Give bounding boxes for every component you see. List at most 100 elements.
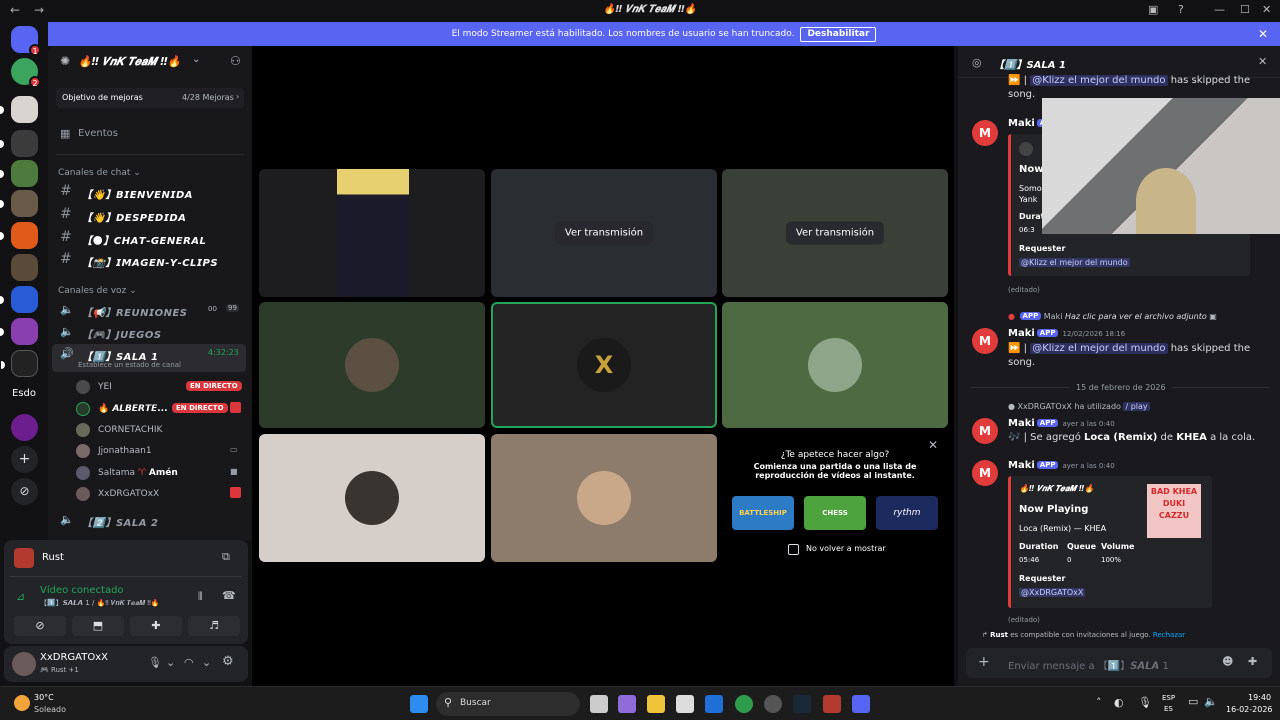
clock-date[interactable]: 16-02-2026 [1226,705,1273,714]
invite-people-icon[interactable]: ⚇ [230,54,241,68]
direct-message-avatar[interactable]: 2 [11,58,41,88]
server-icon[interactable] [0,190,38,217]
server-icon[interactable] [11,254,38,281]
network-icon[interactable]: ▭ [1188,695,1198,708]
copilot-icon[interactable] [618,695,636,713]
add-attachment-icon[interactable]: + [978,654,990,670]
watch-stream-button[interactable]: Ver transmisión [554,221,654,245]
user-avatar[interactable] [12,652,36,676]
camera-off-button[interactable]: ⊘ [14,616,66,636]
disconnect-icon[interactable]: ☎ [222,589,236,602]
noise-suppression-icon[interactable]: ⫴ [198,590,203,604]
voice-user[interactable]: CORNETACHIK [76,421,246,439]
voice-user[interactable]: Saltama ♈ Amén ■ [76,464,246,482]
dont-show-checkbox[interactable] [788,544,799,555]
user-mention[interactable]: @Klizz el mejor del mundo [1030,75,1168,86]
user-tile-speaking[interactable]: X [491,302,717,428]
chat-category[interactable]: Canales de chat ⌄ [58,168,141,178]
tray-app-icon[interactable]: ◐ [1114,696,1124,709]
server-icon[interactable] [0,222,38,249]
user-name[interactable]: XxDRGATOxX [40,652,108,663]
voice-category[interactable]: Canales de voz ⌄ [58,286,137,296]
maximize-button[interactable]: ☐ [1240,3,1250,16]
stream-tile[interactable]: Ver transmisión [722,169,948,297]
disable-streamer-button[interactable]: Deshabilitar [800,27,877,42]
settings-gear-icon[interactable]: ⚙ [222,654,234,669]
user-tile[interactable] [722,302,948,428]
steam-icon[interactable] [793,695,811,713]
apps-icon[interactable]: ✚ [1248,655,1257,668]
bot-avatar[interactable]: M [972,328,998,354]
calendar-app-icon[interactable] [676,695,694,713]
video-tile[interactable] [259,169,485,297]
discord-home-icon[interactable]: 1 [11,26,41,56]
channel-imagen-y-clips[interactable]: # 【📸】𝙄𝙈𝘼𝙂𝙀𝙉-𝙔-𝘾𝙇𝙄𝙋𝙎 [52,250,246,270]
clock-time[interactable]: 19:40 [1248,693,1271,702]
user-tile[interactable] [491,434,717,562]
channel-bienvenida[interactable]: # 【👋】𝘽𝙄𝙀𝙉𝙑𝙀𝙉𝙄𝘿𝘼 [52,182,246,202]
server-icon[interactable] [0,318,38,345]
embed-requester[interactable]: @XxDRGATOxX [1019,588,1086,597]
app-icon[interactable] [764,695,782,713]
server-icon[interactable] [0,130,38,157]
reply-preview[interactable]: ● APP Maki Haz clic para ver el archivo … [1008,312,1217,321]
help-icon[interactable]: ? [1178,3,1184,16]
bot-avatar[interactable]: M [972,460,998,486]
voice-user[interactable]: Jjonathaan1 ▭ [76,442,246,460]
server-icon[interactable] [0,96,38,123]
discover-icon[interactable]: ⊘ [11,478,38,505]
user-mention[interactable]: @Klizz el mejor del mundo [1030,343,1168,354]
add-server-icon[interactable]: + [11,446,38,473]
server-icon[interactable] [11,414,38,441]
message-input[interactable]: Enviar mensaje a 【1️⃣】𝙎𝘼𝙇𝘼 1 [1008,657,1169,672]
channel-status[interactable]: Establece un estado de canal [78,361,181,369]
server-folder-label[interactable]: Esdo [12,388,36,399]
active-server-icon[interactable] [1,350,38,377]
activities-button[interactable]: ✚ [130,616,182,636]
tray-mic-icon[interactable]: 🎙 [1138,696,1152,709]
chevron-down-icon[interactable]: ⌄ [166,656,175,669]
search-box[interactable]: ⚲ Buscar [436,692,580,716]
microphone-icon[interactable]: 🎙 [148,656,162,669]
decline-link[interactable]: Rechazar [1153,631,1185,639]
message-author[interactable]: Maki APP 12/02/2026 18:16 [1008,328,1125,339]
language-indicator[interactable]: ESP [1162,694,1175,702]
minimize-button[interactable]: — [1214,3,1225,16]
connection-status[interactable]: Vídeo conectado [40,585,124,596]
server-icon[interactable] [0,160,38,187]
soundboard-button[interactable]: ♬ [188,616,240,636]
back-arrow-icon[interactable]: ← [10,3,20,17]
server-icon[interactable] [0,286,38,313]
chevron-down-icon[interactable]: ⌄ [202,656,211,669]
activity-battleship[interactable]: BATTLESHIP [732,496,794,530]
activity-chess[interactable]: CHESS [804,496,866,530]
channel-chat-general[interactable]: # 【🌑】𝘾𝙃𝘼𝙏-𝙂𝙀𝙉𝙀𝙍𝘼𝙇 [52,228,246,248]
events-item[interactable]: ▦ Eventos [56,126,244,146]
voice-user[interactable]: YEI EN DIRECTO [76,378,246,396]
voice-user[interactable]: 🔥 𝘼𝙇𝘽𝙀𝙍𝙏𝙀... EN DIRECTO [76,400,246,418]
headphones-icon[interactable]: ◠ [184,656,194,669]
emoji-icon[interactable]: ☻ [1222,655,1233,668]
album-cover[interactable]: BAD KHEA DUKI CAZZU [1147,484,1201,538]
bot-avatar[interactable]: M [972,120,998,146]
close-chat-icon[interactable]: ✕ [1258,55,1267,68]
voice-user[interactable]: XxDRGATOxX [76,485,246,503]
inbox-icon[interactable]: ▣ [1148,3,1158,16]
windows-start-icon[interactable] [410,695,428,713]
stream-tile[interactable]: Ver transmisión [491,169,717,297]
message-author[interactable]: Maki APP ayer a las 0:40 [1008,460,1115,471]
activity-share-icon[interactable]: ⧉ [222,550,230,564]
close-window-button[interactable]: ✕ [1262,3,1271,16]
volume-icon[interactable]: 🔈 [1204,695,1218,708]
boost-goal[interactable]: Objetivo de mejoras 4/28 Mejoras › [56,88,244,108]
activity-rythm[interactable]: rythm [876,496,938,530]
message-author[interactable]: Maki APP ayer a las 0:40 [1008,418,1115,429]
voice-channel-juegos[interactable]: 🔈 【🎮】𝙅𝙐𝙀𝙂𝙊𝙎 [52,322,246,342]
mail-icon[interactable] [705,695,723,713]
task-view-icon[interactable] [590,695,608,713]
voice-channel-sala-2[interactable]: 🔈 【2️⃣】𝙎𝘼𝙇𝘼 2 [52,510,246,530]
voice-channel-reuniones[interactable]: 🔈 【📢】𝙍𝙀𝙐𝙉𝙄𝙊𝙉𝙀𝙎 00 99 [52,300,246,320]
connection-location[interactable]: 【1️⃣】𝙎𝘼𝙇𝘼 1 / 🔥‼ 𝑽𝒏𝑲 𝑻𝒆𝒂𝑴 ‼🔥 [40,598,160,608]
bot-avatar[interactable]: M [972,418,998,444]
rust-icon[interactable] [823,695,841,713]
